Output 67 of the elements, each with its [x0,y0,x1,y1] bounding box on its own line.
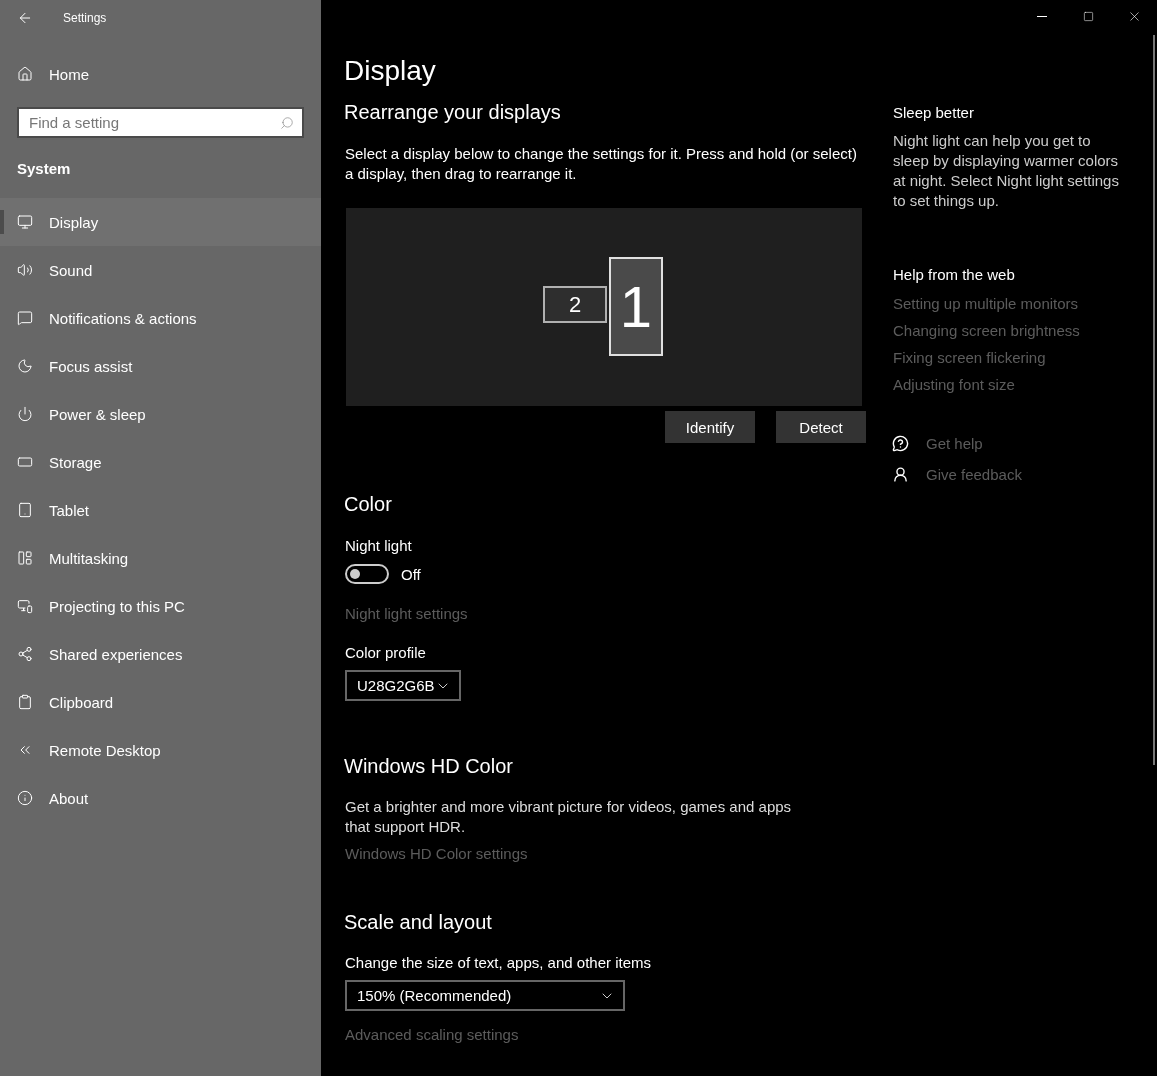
power-icon [17,406,33,422]
home-icon [17,66,33,82]
search-field[interactable]: Find a setting [17,107,304,138]
scrollbar[interactable] [1153,35,1155,765]
speech-bubble-icon [17,310,33,326]
monitor-icon [17,214,33,230]
nav-item[interactable]: Storage [0,438,321,486]
aside-heading: Sleep better [892,103,974,123]
home-link[interactable]: Home [0,35,321,93]
setting-label: Change the size of text, apps, and other items [344,953,651,973]
person-icon [892,466,909,483]
help-link[interactable]: Fixing screen flickering [892,349,1046,366]
setting-label: Night light [344,536,412,556]
description-text: Select a display below to change the settings for it. Press and hold (or select) a display, then drag to rearrange it. [344,144,858,184]
action-button[interactable]: Identify [665,411,755,443]
toggle-state: Off [401,565,421,583]
share-icon [17,646,33,662]
maximize-icon [1082,11,1094,22]
nav-item[interactable]: About [0,774,321,822]
help-link[interactable]: Changing screen brightness [892,322,1080,339]
moon-icon [17,358,33,374]
info-icon [17,790,33,806]
section-heading: System [16,159,72,179]
nav-item[interactable]: Notifications & actions [0,294,321,342]
toggle-switch[interactable] [345,564,389,584]
help-action-link[interactable]: Give feedback [925,466,1022,483]
speaker-icon [17,262,33,278]
clipboard-icon [17,694,33,710]
help-action-link[interactable]: Get help [925,435,983,452]
tablet-icon [17,502,33,518]
setting-label: Color profile [344,643,426,663]
profile-dropdown[interactable]: U28G2G6B [345,670,461,701]
help-bubble-icon [892,435,909,452]
search-icon [280,115,294,130]
nav-item[interactable]: Power & sleep [0,390,321,438]
section-heading: Scale and layout [344,911,492,934]
help-link[interactable]: Adjusting font size [892,376,1015,393]
selection-bar [0,210,4,234]
aside-heading: Help from the web [892,265,1015,285]
minimize-icon [1037,16,1047,17]
nav-item[interactable]: Focus assist [0,342,321,390]
section-heading: Rearrange your displays [344,101,561,124]
nav-item[interactable]: Shared experiences [0,630,321,678]
rectangle-icon [17,454,33,470]
nav-item[interactable]: Display [0,198,321,246]
settings-link[interactable]: Windows HD Color settings [344,845,528,862]
settings-link[interactable]: Night light settings [344,605,468,622]
nav-item[interactable]: Tablet [0,486,321,534]
page-title: Display [344,55,436,87]
nav-item[interactable]: Remote Desktop [0,726,321,774]
nav-item[interactable]: Projecting to this PC [0,582,321,630]
monitor-phone-icon [17,598,33,614]
monitor-tile[interactable]: 1 [609,257,663,356]
action-button[interactable]: Detect [776,411,866,443]
panels-icon [17,550,33,566]
window-title: Settings [63,10,107,25]
nav-item[interactable]: Sound [0,246,321,294]
description-text: Get a brighter and more vibrant picture for videos, games and apps that support HDR. [344,797,793,837]
nav-item[interactable]: Clipboard [0,678,321,726]
monitor-tile[interactable]: 2 [543,286,607,323]
aside-text: Night light can help you get to sleep by displaying warmer colors at night. Select Night light settings to set things up. [892,131,1120,211]
section-heading: Windows HD Color [344,755,513,778]
help-link[interactable]: Setting up multiple monitors [892,295,1079,312]
scale-dropdown[interactable]: 150% (Recommended) [345,980,625,1011]
nav-item[interactable]: Multitasking [0,534,321,582]
settings-link[interactable]: Advanced scaling settings [344,1026,519,1043]
section-heading: Color [344,493,392,516]
